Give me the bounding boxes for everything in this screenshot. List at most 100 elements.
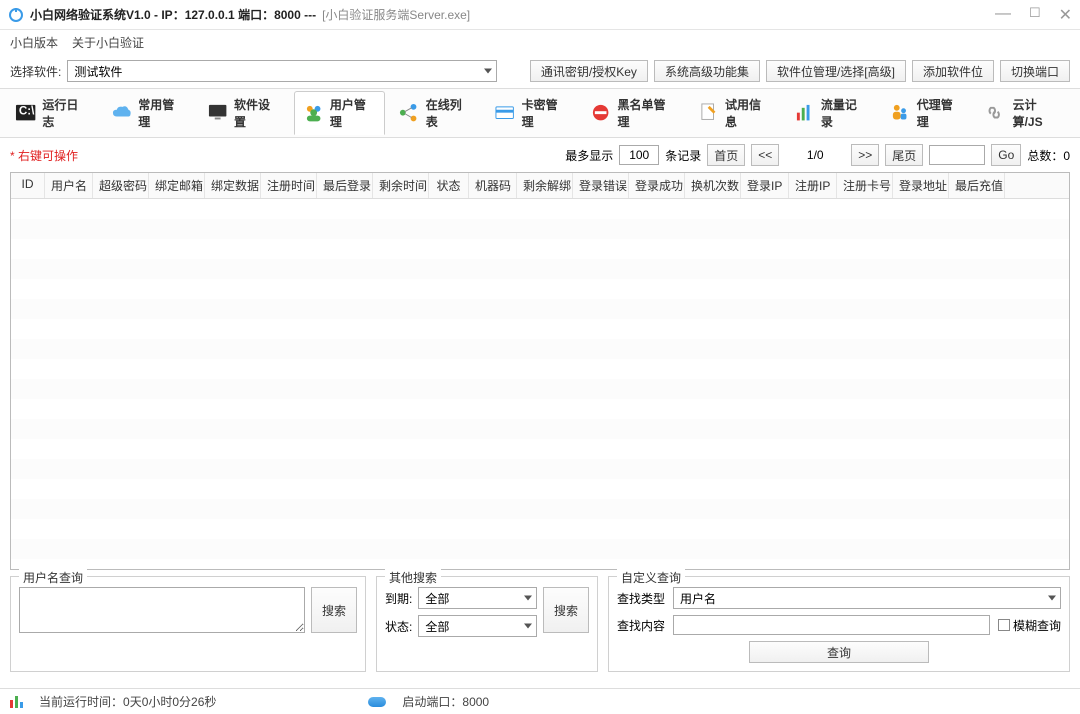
col-bind-data[interactable]: 绑定数据 — [205, 173, 261, 198]
share-icon — [398, 102, 419, 124]
status-bar: 当前运行时间：0天0小时0分26秒 启动端口：8000 — [0, 688, 1080, 714]
col-unbind[interactable]: 剩余解绑 — [517, 173, 573, 198]
expire-select[interactable]: 全部 — [418, 587, 537, 609]
custom-search-button[interactable]: 查询 — [749, 641, 929, 663]
group-custom-search: 自定义查询 查找类型 用户名 查找内容 模糊查询 查询 — [608, 576, 1070, 672]
first-page-button[interactable]: 首页 — [707, 144, 745, 166]
col-remain-time[interactable]: 剩余时间 — [373, 173, 429, 198]
status-label: 状态: — [385, 618, 412, 635]
tab-common-manage[interactable]: 常用管理 — [102, 91, 194, 135]
title-bar: 小白网络验证系统V1.0 - IP：127.0.0.1 端口：8000 --- … — [0, 0, 1080, 30]
records-label: 条记录 — [665, 147, 701, 164]
tab-software-settings[interactable]: 软件设置 — [198, 91, 290, 135]
btn-comm-key[interactable]: 通讯密钥/授权Key — [530, 60, 648, 82]
menu-about[interactable]: 关于小白验证 — [72, 34, 144, 51]
note-icon — [698, 102, 719, 124]
legend-username: 用户名查询 — [19, 569, 87, 586]
search-content-input[interactable] — [673, 615, 990, 635]
col-status[interactable]: 状态 — [429, 173, 469, 198]
col-reg-time[interactable]: 注册时间 — [261, 173, 317, 198]
page-indicator: 1/0 — [785, 148, 845, 162]
window-title-left: 小白网络验证系统V1.0 - IP：127.0.0.1 端口：8000 --- — [30, 6, 316, 23]
search-type-select[interactable]: 用户名 — [673, 587, 1061, 609]
tab-traffic[interactable]: 流量记录 — [785, 91, 877, 135]
goto-page-input[interactable] — [929, 145, 985, 165]
chevron-down-icon — [524, 624, 532, 629]
user-table[interactable]: ID 用户名 超级密码 绑定邮箱 绑定数据 注册时间 最后登录 剩余时间 状态 … — [10, 172, 1070, 570]
app-icon — [8, 7, 24, 23]
tab-trial-info[interactable]: 试用信息 — [689, 91, 781, 135]
table-header: ID 用户名 超级密码 绑定邮箱 绑定数据 注册时间 最后登录 剩余时间 状态 … — [11, 173, 1069, 199]
search-type-label: 查找类型 — [617, 590, 665, 607]
username-search-button[interactable]: 搜索 — [311, 587, 357, 633]
close-button[interactable]: ✕ — [1059, 5, 1072, 25]
legend-other: 其他搜索 — [385, 569, 441, 586]
ban-icon — [590, 102, 611, 124]
context-menu-hint: * 右键可操作 — [10, 147, 78, 164]
runtime-text: 当前运行时间：0天0小时0分26秒 — [39, 693, 216, 710]
minimize-button[interactable]: — — [995, 5, 1011, 25]
status-select[interactable]: 全部 — [418, 615, 537, 637]
users-icon — [303, 102, 324, 124]
btn-switch-port[interactable]: 切换端口 — [1000, 60, 1070, 82]
tab-online-list[interactable]: 在线列表 — [389, 91, 481, 135]
col-last-login[interactable]: 最后登录 — [317, 173, 373, 198]
window-controls: — ☐ ✕ — [995, 5, 1072, 25]
tab-user-manage[interactable]: 用户管理 — [294, 91, 386, 135]
btn-slot-manage[interactable]: 软件位管理/选择[高级] — [766, 60, 906, 82]
col-email[interactable]: 绑定邮箱 — [149, 173, 205, 198]
col-id[interactable]: ID — [11, 173, 45, 198]
port-icon — [368, 697, 386, 707]
search-content-label: 查找内容 — [617, 617, 665, 634]
main-tabs: C:\运行日志 常用管理 软件设置 用户管理 在线列表 卡密管理 黑名单管理 试… — [0, 88, 1080, 138]
expire-label: 到期: — [385, 590, 412, 607]
col-last-recharge[interactable]: 最后充值 — [949, 173, 1005, 198]
go-button[interactable]: Go — [991, 144, 1021, 166]
table-body — [11, 199, 1069, 559]
col-username[interactable]: 用户名 — [45, 173, 93, 198]
btn-add-slot[interactable]: 添加软件位 — [912, 60, 994, 82]
btn-advanced-features[interactable]: 系统高级功能集 — [654, 60, 760, 82]
software-select[interactable]: 测试软件 — [67, 60, 497, 82]
col-login-addr[interactable]: 登录地址 — [893, 173, 949, 198]
col-login-ok[interactable]: 登录成功 — [629, 173, 685, 198]
next-page-button[interactable]: >> — [851, 144, 879, 166]
tab-agent[interactable]: 代理管理 — [880, 91, 972, 135]
col-login-err[interactable]: 登录错误 — [573, 173, 629, 198]
window-title-right: [小白验证服务端Server.exe] — [322, 6, 470, 23]
col-super-pwd[interactable]: 超级密码 — [93, 173, 149, 198]
select-software-label: 选择软件: — [10, 63, 61, 80]
monitor-icon — [207, 102, 228, 124]
group-username-search: 用户名查询 搜索 — [10, 576, 366, 672]
search-row: 用户名查询 搜索 其他搜索 到期: 全部 状态: 全部 搜索 自定义查询 查找类… — [0, 570, 1080, 676]
prev-page-button[interactable]: << — [751, 144, 779, 166]
last-page-button[interactable]: 尾页 — [885, 144, 923, 166]
bars-icon — [794, 102, 815, 124]
port-text: 启动端口：8000 — [402, 693, 489, 710]
total-label: 总数：0 — [1027, 147, 1070, 164]
people-icon — [889, 102, 910, 124]
tab-cloud-js[interactable]: 云计算/JS — [976, 91, 1074, 135]
col-machine[interactable]: 机器码 — [469, 173, 517, 198]
col-reg-ip[interactable]: 注册IP — [789, 173, 837, 198]
menu-version[interactable]: 小白版本 — [10, 34, 58, 51]
terminal-icon: C:\ — [15, 102, 36, 124]
group-other-search: 其他搜索 到期: 全部 状态: 全部 搜索 — [376, 576, 598, 672]
fuzzy-checkbox[interactable]: 模糊查询 — [998, 617, 1061, 634]
tab-run-log[interactable]: C:\运行日志 — [6, 91, 98, 135]
other-search-button[interactable]: 搜索 — [543, 587, 589, 633]
tab-card-manage[interactable]: 卡密管理 — [485, 91, 577, 135]
tab-blacklist[interactable]: 黑名单管理 — [581, 91, 685, 135]
col-reg-card[interactable]: 注册卡号 — [837, 173, 893, 198]
col-switch-count[interactable]: 换机次数 — [685, 173, 741, 198]
card-icon — [494, 102, 515, 124]
software-select-row: 选择软件: 测试软件 通讯密钥/授权Key 系统高级功能集 软件位管理/选择[高… — [0, 54, 1080, 88]
chevron-down-icon — [484, 69, 492, 74]
legend-custom: 自定义查询 — [617, 569, 685, 586]
pager-row: * 右键可操作 最多显示 条记录 首页 << 1/0 >> 尾页 Go 总数：0 — [0, 138, 1080, 172]
maximize-button[interactable]: ☐ — [1029, 5, 1041, 25]
username-search-input[interactable] — [19, 587, 305, 633]
max-display-input[interactable] — [619, 145, 659, 165]
software-select-value: 测试软件 — [74, 63, 122, 80]
col-login-ip[interactable]: 登录IP — [741, 173, 789, 198]
